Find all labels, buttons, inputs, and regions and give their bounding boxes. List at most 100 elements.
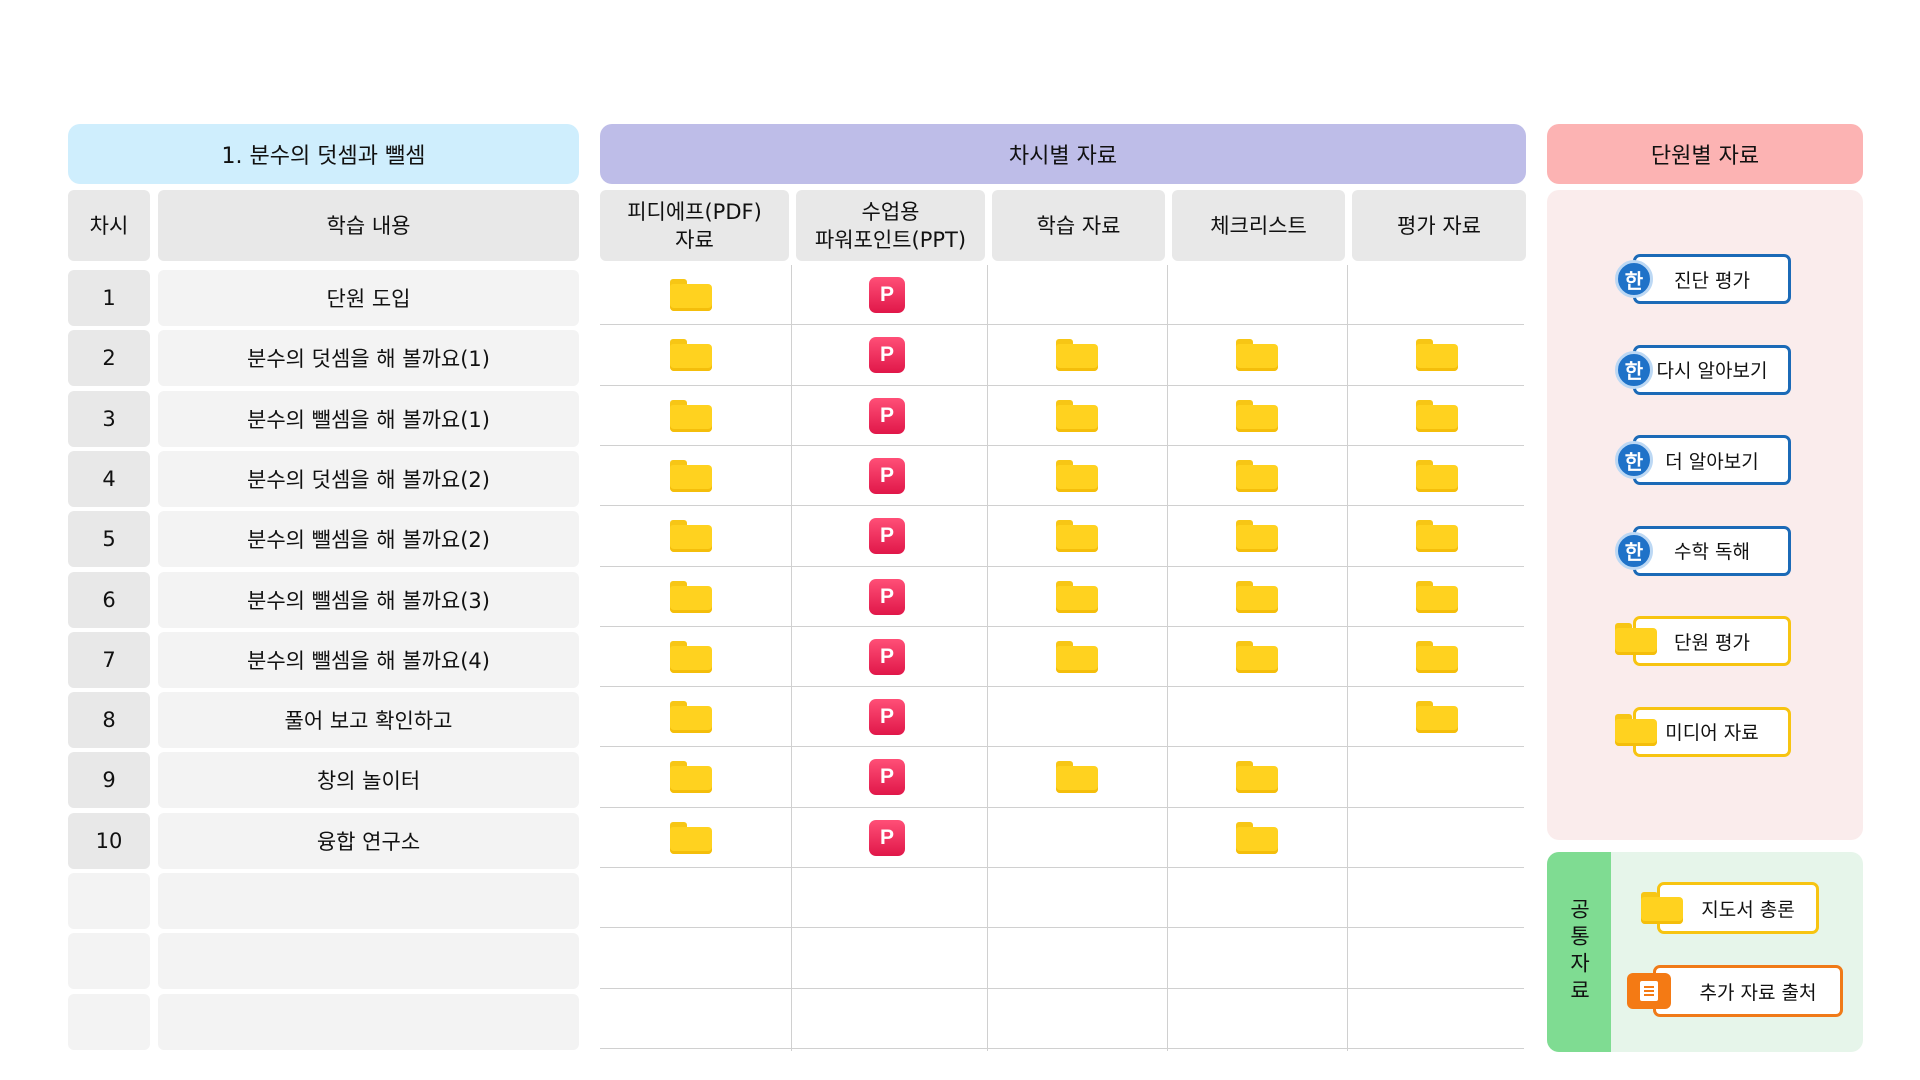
pdf-folder-icon[interactable]: [670, 339, 712, 372]
period-number: [68, 993, 150, 1050]
ppt-icon[interactable]: P: [869, 759, 905, 796]
eval-folder-icon[interactable]: [1416, 580, 1458, 613]
ppt-icon[interactable]: P: [869, 518, 905, 555]
unit-resource-button[interactable]: 진단 평가: [1633, 254, 1791, 304]
eval-folder-icon[interactable]: [1416, 701, 1458, 734]
ppt-icon[interactable]: P: [869, 819, 905, 856]
grid-divider: [600, 1047, 1524, 1049]
period-number: 7: [68, 631, 150, 688]
lesson-content[interactable]: 융합 연구소: [158, 812, 579, 869]
pdf-folder-icon[interactable]: [670, 520, 712, 553]
ppt-icon[interactable]: P: [869, 578, 905, 615]
ppt-icon[interactable]: P: [869, 638, 905, 675]
common-resource-button[interactable]: 추가 자료 출처: [1653, 965, 1843, 1017]
lesson-content[interactable]: 분수의 뺄셈을 해 볼까요(4): [158, 631, 579, 688]
unit-materials-title: 단원별 자료: [1650, 144, 1760, 169]
grid-divider: [600, 324, 1524, 326]
lesson-content: [158, 993, 579, 1050]
period-number: 9: [68, 752, 150, 809]
lesson-content[interactable]: 분수의 뺄셈을 해 볼까요(3): [158, 571, 579, 628]
lesson-content[interactable]: 풀어 보고 확인하고: [158, 692, 579, 749]
eval-folder-icon[interactable]: [1416, 339, 1458, 372]
check-folder-icon[interactable]: [1236, 520, 1278, 553]
pdf-folder-icon[interactable]: [670, 399, 712, 432]
pdf-folder-icon[interactable]: [670, 701, 712, 734]
pdf-folder-icon[interactable]: [670, 279, 712, 311]
check-folder-icon[interactable]: [1236, 821, 1278, 854]
grid-divider: [600, 867, 1524, 868]
han-circle-icon: 한: [1615, 350, 1653, 389]
han-circle-icon: 한: [1615, 441, 1653, 479]
eval-folder-icon[interactable]: [1416, 640, 1458, 673]
study-folder-icon[interactable]: [1056, 339, 1098, 372]
check-folder-icon[interactable]: [1236, 339, 1278, 372]
grid-divider: [600, 565, 1524, 567]
col-header-pdf: 피디에프(PDF) 자료: [600, 190, 789, 261]
period-number: 2: [68, 330, 150, 387]
grid-divider: [600, 927, 1524, 929]
lesson-content[interactable]: 분수의 뺄셈을 해 볼까요(2): [158, 511, 579, 568]
unit-title-header: 1. 분수의 덧셈과 뺄셈: [68, 124, 579, 184]
check-folder-icon[interactable]: [1236, 399, 1278, 432]
common-resource-label: 지도서 총론: [1701, 898, 1795, 921]
document-list-icon: [1627, 973, 1671, 1009]
lesson-content[interactable]: 단원 도입: [158, 270, 579, 326]
unit-resource-label: 다시 알아보기: [1656, 360, 1768, 382]
grid-divider: [1347, 265, 1348, 1051]
pdf-folder-icon[interactable]: [670, 761, 712, 794]
grid-divider: [600, 686, 1524, 688]
grid-divider: [600, 444, 1524, 446]
ppt-icon[interactable]: P: [869, 277, 905, 313]
study-folder-icon[interactable]: [1056, 520, 1098, 553]
ppt-icon[interactable]: P: [869, 397, 905, 434]
han-circle-icon: 한: [1615, 531, 1653, 570]
lesson-materials-title: 차시별 자료: [1008, 144, 1118, 169]
ppt-icon[interactable]: P: [869, 699, 905, 736]
unit-resource-label: 더 알아보기: [1665, 450, 1759, 473]
lesson-content[interactable]: 창의 놀이터: [158, 752, 579, 809]
check-folder-icon[interactable]: [1236, 640, 1278, 673]
eval-folder-icon[interactable]: [1416, 520, 1458, 553]
period-number: [68, 933, 150, 990]
lesson-content[interactable]: 분수의 뺄셈을 해 볼까요(1): [158, 390, 579, 447]
check-folder-icon[interactable]: [1236, 761, 1278, 794]
lesson-content[interactable]: 분수의 덧셈을 해 볼까요(2): [158, 450, 579, 507]
pdf-folder-icon[interactable]: [670, 640, 712, 673]
lesson-content[interactable]: 분수의 덧셈을 해 볼까요(1): [158, 330, 579, 387]
grid-divider: [600, 806, 1524, 808]
check-folder-icon[interactable]: [1236, 580, 1278, 613]
ppt-icon[interactable]: P: [869, 337, 905, 374]
period-number: 8: [68, 692, 150, 749]
eval-folder-icon[interactable]: [1416, 399, 1458, 432]
eval-folder-icon[interactable]: [1416, 459, 1458, 492]
study-folder-icon[interactable]: [1056, 580, 1098, 613]
lesson-content: [158, 873, 579, 929]
study-folder-icon[interactable]: [1056, 399, 1098, 432]
grid-divider: [791, 265, 792, 1051]
unit-resource-button[interactable]: 더 알아보기: [1633, 435, 1791, 485]
period-number: 6: [68, 571, 150, 628]
unit-title: 1. 분수의 덧셈과 뺄셈: [221, 144, 426, 169]
col-header-evaluation: 평가 자료: [1352, 190, 1526, 261]
pdf-folder-icon[interactable]: [670, 459, 712, 492]
folder-icon: [1615, 713, 1657, 746]
check-folder-icon[interactable]: [1236, 459, 1278, 492]
study-folder-icon[interactable]: [1056, 761, 1098, 794]
study-folder-icon[interactable]: [1056, 640, 1098, 673]
period-number: 5: [68, 511, 150, 568]
grid-divider: [987, 265, 988, 1051]
grid-divider: [600, 384, 1524, 386]
col-header-study: 학습 자료: [992, 190, 1165, 261]
unit-materials-header: 단원별 자료: [1547, 124, 1863, 184]
pdf-folder-icon[interactable]: [670, 821, 712, 854]
unit-resource-label: 진단 평가: [1674, 269, 1750, 292]
materials-grid: PPPPPPPPPP: [600, 265, 1524, 1051]
ppt-icon[interactable]: P: [869, 457, 905, 494]
unit-resource-button[interactable]: 다시 알아보기: [1633, 344, 1791, 395]
grid-divider: [600, 505, 1524, 507]
period-number: 4: [68, 450, 150, 507]
pdf-folder-icon[interactable]: [670, 580, 712, 613]
unit-resources-panel: 진단 평가 한 다시 알아보기 한 더 알아보기 한 수학 독해 한 단원 평가 미디어 자료: [1547, 190, 1863, 840]
unit-resource-button[interactable]: 수학 독해: [1633, 525, 1791, 576]
study-folder-icon[interactable]: [1056, 459, 1098, 492]
